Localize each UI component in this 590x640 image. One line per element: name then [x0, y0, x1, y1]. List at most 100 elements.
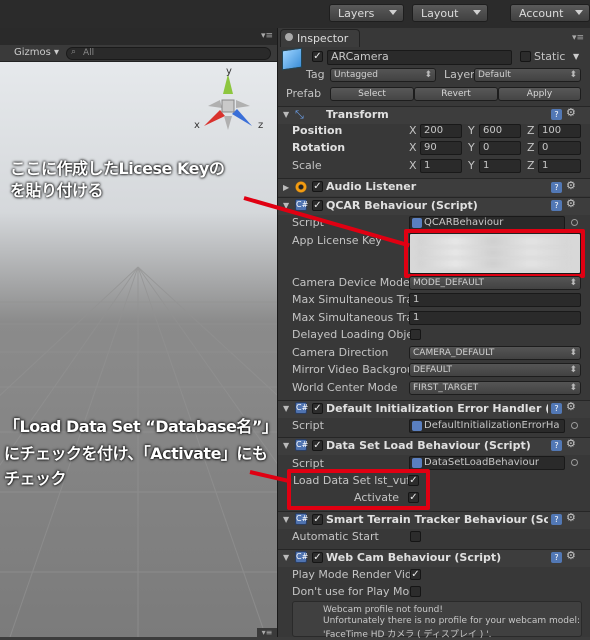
qcar-script-value: QCARBehaviour [424, 217, 504, 228]
webcam-message-line2: Unfortunately there is no profile for yo… [323, 616, 581, 626]
help-icon[interactable]: ? [551, 552, 562, 563]
tag-dropdown[interactable]: Untagged [330, 68, 436, 82]
automatic-start-checkbox[interactable] [410, 531, 421, 542]
gizmos-dropdown[interactable]: Gizmos ▾ [14, 47, 59, 58]
gear-icon[interactable]: ⚙ [566, 179, 576, 192]
play-mode-render-label: Play Mode Render Vide [292, 568, 419, 581]
annotation-dataset-line3: チェック [4, 469, 67, 488]
max-simultaneous-1-label: Max Simultaneous Tra [292, 293, 414, 306]
qcar-enabled-checkbox[interactable]: ✓ [312, 200, 323, 211]
position-y-input[interactable]: 600 [479, 124, 521, 138]
gear-icon[interactable]: ⚙ [566, 106, 576, 119]
world-center-mode-dropdown[interactable]: FIRST_TARGET [409, 381, 581, 395]
gear-icon[interactable]: ⚙ [566, 197, 576, 210]
layer-dropdown[interactable]: Default [474, 68, 581, 82]
audio-listener-enabled-checkbox[interactable]: ✓ [312, 181, 323, 192]
default-init-script-value: DefaultInitializationErrorHa [424, 420, 560, 431]
rotation-z-input[interactable]: 0 [538, 141, 581, 155]
script-icon: C# [295, 439, 309, 451]
help-icon[interactable]: ? [551, 200, 562, 211]
default-init-enabled-checkbox[interactable]: ✓ [312, 403, 323, 414]
axis-x-label: X [409, 124, 417, 137]
axis-z-label: Z [527, 141, 535, 154]
max-simultaneous-2-input[interactable]: 1 [409, 311, 581, 325]
tab-inspector[interactable]: Inspector [280, 29, 360, 47]
webcam-enabled-checkbox[interactable]: ✓ [312, 552, 323, 563]
prefab-select-button[interactable]: Select [330, 87, 414, 101]
help-icon[interactable]: ? [551, 109, 562, 120]
chevron-down-icon [575, 10, 583, 15]
scale-x-input[interactable]: 1 [420, 159, 462, 173]
rotation-y-input[interactable]: 0 [479, 141, 521, 155]
static-checkbox[interactable] [520, 51, 531, 62]
smart-terrain-enabled-checkbox[interactable]: ✓ [312, 514, 323, 525]
axis-x-label: X [409, 141, 417, 154]
script-icon: C# [295, 402, 309, 414]
scale-z-input[interactable]: 1 [538, 159, 581, 173]
dataset-title: Data Set Load Behaviour (Script) [326, 439, 531, 452]
position-x-input[interactable]: 200 [420, 124, 462, 138]
rotation-x-input[interactable]: 90 [420, 141, 462, 155]
object-picker-icon[interactable] [571, 422, 578, 429]
help-icon[interactable]: ? [551, 440, 562, 451]
gear-icon[interactable]: ⚙ [566, 511, 576, 524]
position-z-input[interactable]: 100 [538, 124, 581, 138]
inspector-tab-label: Inspector [297, 32, 349, 45]
gear-icon[interactable]: ⚙ [566, 400, 576, 413]
dont-use-label: Don't use for Play Moc [292, 585, 416, 598]
panel-menu-icon[interactable]: ▾≡ [572, 33, 584, 43]
mirror-video-label: Mirror Video Backgrou [292, 363, 414, 376]
dataset-enabled-checkbox[interactable]: ✓ [312, 440, 323, 451]
chevron-down-icon[interactable]: ▼ [573, 52, 579, 61]
object-picker-icon[interactable] [571, 219, 578, 226]
prefab-revert-button[interactable]: Revert [414, 87, 498, 101]
foldout-arrow-icon[interactable]: ▼ [283, 404, 289, 413]
help-icon[interactable]: ? [551, 403, 562, 414]
dataset-script-field[interactable]: DataSetLoadBehaviour [409, 456, 565, 470]
annotation-license-line1: ここに作成したLicese Keyの [10, 159, 225, 178]
help-icon[interactable]: ? [551, 514, 562, 525]
mirror-video-dropdown[interactable]: DEFAULT [409, 363, 581, 377]
max-simultaneous-1-input[interactable]: 1 [409, 293, 581, 307]
layout-dropdown[interactable]: Layout [412, 4, 488, 22]
foldout-arrow-icon[interactable]: ▼ [283, 553, 289, 562]
foldout-arrow-icon[interactable]: ▼ [283, 110, 289, 119]
dont-use-checkbox[interactable] [410, 586, 421, 597]
transform-header[interactable] [278, 106, 590, 124]
scene-tab-strip: ▾≡ [0, 28, 277, 45]
layer-label: Layer [444, 68, 475, 81]
rotation-label: Rotation [292, 141, 346, 154]
play-mode-render-checkbox[interactable]: ✓ [410, 569, 421, 580]
static-label: Static [534, 50, 566, 63]
prefab-apply-button[interactable]: Apply [498, 87, 581, 101]
axis-y-label: y [226, 66, 232, 77]
default-init-script-field[interactable]: DefaultInitializationErrorHa [409, 419, 565, 433]
scale-y-input[interactable]: 1 [479, 159, 521, 173]
audio-listener-title: Audio Listener [326, 180, 417, 193]
delayed-loading-checkbox[interactable] [410, 329, 421, 340]
layers-label: Layers [338, 7, 375, 20]
account-dropdown[interactable]: Account [510, 4, 590, 22]
foldout-arrow-icon[interactable]: ▼ [283, 515, 289, 524]
layers-dropdown[interactable]: Layers [329, 4, 404, 22]
audio-listener-header[interactable] [278, 178, 590, 196]
camera-device-mode-dropdown[interactable]: MODE_DEFAULT [409, 276, 581, 290]
camera-direction-dropdown[interactable]: CAMERA_DEFAULT [409, 346, 581, 360]
object-active-checkbox[interactable]: ✓ [312, 51, 323, 62]
panel-menu-icon[interactable]: ▾≡ [257, 628, 277, 637]
axis-y-label: Y [468, 124, 475, 137]
qcar-title: QCAR Behaviour (Script) [326, 199, 478, 212]
scene-view[interactable]: y x z ここに作成したLicese Keyの を貼り付ける 「Load Da… [0, 62, 277, 637]
foldout-arrow-icon[interactable]: ▶ [283, 183, 289, 192]
script-label: Script [292, 419, 324, 432]
gear-icon[interactable]: ⚙ [566, 437, 576, 450]
help-icon[interactable]: ? [551, 182, 562, 193]
qcar-script-field[interactable]: QCARBehaviour [409, 216, 565, 230]
annotation-dataset-line2: にチェックを付け、「Activate」にも [4, 444, 268, 463]
gear-icon[interactable]: ⚙ [566, 549, 576, 562]
panel-menu-icon[interactable]: ▾≡ [261, 31, 273, 41]
scene-search-input[interactable]: ⌕ All [66, 47, 271, 60]
foldout-arrow-icon[interactable]: ▼ [283, 441, 289, 450]
object-picker-icon[interactable] [571, 459, 578, 466]
object-name-input[interactable]: ARCamera [327, 50, 512, 65]
